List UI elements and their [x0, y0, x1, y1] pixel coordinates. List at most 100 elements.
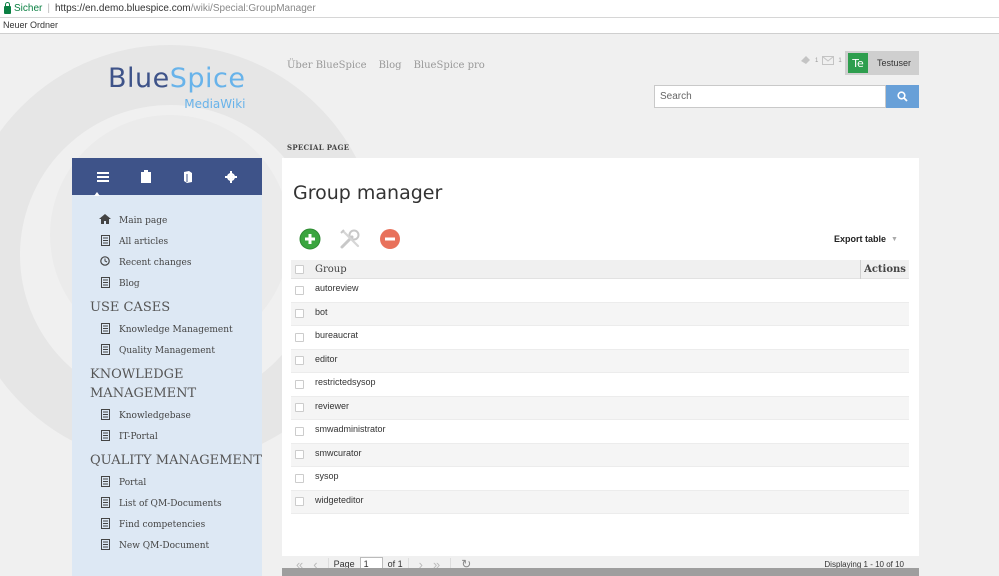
logo-text: BlueSpice	[108, 63, 246, 94]
document-icon	[98, 475, 112, 490]
group-name: restrictedsysop	[315, 377, 376, 388]
row-checkbox[interactable]	[295, 403, 304, 413]
search-button[interactable]	[886, 85, 919, 108]
sidebar-item-quality-management[interactable]: Quality Management	[72, 340, 262, 361]
group-name: smwcurator	[315, 447, 362, 458]
row-checkbox[interactable]	[295, 426, 304, 436]
document-icon	[98, 322, 112, 337]
secure-label: Sicher	[14, 3, 43, 14]
row-checkbox[interactable]	[295, 497, 304, 507]
sidebar-tabs	[72, 158, 262, 196]
group-name: smwadministrator	[315, 424, 386, 435]
table-row[interactable]: reviewer	[291, 396, 909, 420]
add-group-button[interactable]	[297, 226, 323, 252]
topnav-blog[interactable]: Blog	[379, 60, 402, 71]
table-row[interactable]: sysop	[291, 467, 909, 491]
document-icon	[98, 343, 112, 358]
table-row[interactable]: smwcurator	[291, 443, 909, 467]
address-divider: |	[47, 3, 50, 14]
secure-indicator[interactable]: Sicher	[4, 1, 43, 14]
username[interactable]: Testuser	[877, 58, 911, 68]
logo-subtitle: MediaWiki	[184, 97, 246, 111]
sidebar-heading-knowledge-management: KNOWLEDGE MANAGEMENT	[90, 367, 197, 401]
bookmark-folder[interactable]: Neuer Ordner	[3, 20, 58, 30]
row-checkbox[interactable]	[295, 332, 304, 342]
row-checkbox[interactable]	[295, 450, 304, 460]
notifications-icon[interactable]	[800, 52, 811, 70]
clipboard-icon[interactable]	[139, 170, 153, 184]
sidebar-item-find-competencies[interactable]: Find competencies	[72, 514, 262, 535]
table-row[interactable]: restrictedsysop	[291, 373, 909, 397]
export-table-label: Export table	[834, 234, 887, 244]
book-icon[interactable]	[181, 170, 195, 184]
sidebar-item-portal[interactable]: Portal	[72, 472, 262, 493]
document-icon	[98, 276, 112, 291]
mail-count: 1	[838, 58, 842, 64]
sidebar-item-blog[interactable]: Blog	[72, 273, 262, 294]
table-row[interactable]: smwadministrator	[291, 420, 909, 444]
select-all-checkbox[interactable]	[295, 264, 304, 274]
column-header-group[interactable]: Group	[315, 264, 347, 275]
sidebar-item-label: List of QM-Documents	[119, 498, 222, 509]
document-icon	[98, 408, 112, 423]
row-checkbox[interactable]	[295, 379, 304, 389]
bluespice-logo[interactable]: BlueSpice MediaWiki	[108, 63, 246, 111]
table-row[interactable]: bot	[291, 302, 909, 326]
sidebar-item-label: Knowledgebase	[119, 410, 191, 421]
url-path: /wiki/Special:GroupManager	[190, 3, 316, 14]
user-menu[interactable]: Te Testuser	[845, 51, 919, 75]
sidebar-item-label: New QM-Document	[119, 540, 210, 551]
group-name: bot	[315, 306, 328, 317]
row-checkbox[interactable]	[295, 473, 304, 483]
home-icon	[98, 214, 112, 227]
tools-icon	[340, 229, 360, 249]
active-tab-marker	[94, 192, 100, 196]
row-checkbox[interactable]	[295, 309, 304, 319]
chevron-down-icon: ▼	[891, 235, 898, 243]
group-name: reviewer	[315, 400, 350, 411]
table-row[interactable]: bureaucrat	[291, 326, 909, 350]
gear-icon[interactable]	[224, 170, 238, 184]
sidebar-item-all-articles[interactable]: All articles	[72, 231, 262, 252]
sidebar-item-list-of-qm-documents[interactable]: List of QM-Documents	[72, 493, 262, 514]
sidebar-item-label: Knowledge Management	[119, 324, 233, 335]
table-body: autoreview bot bureaucrat editor restric…	[291, 279, 909, 514]
row-checkbox[interactable]	[295, 285, 304, 295]
address-bar[interactable]: Sicher | https://en.demo.bluespice.com/w…	[0, 0, 999, 18]
sidebar-item-it-portal[interactable]: IT-Portal	[72, 426, 262, 447]
sidebar-item-label: Quality Management	[119, 345, 215, 356]
topnav-about[interactable]: Über BlueSpice	[287, 60, 367, 71]
row-checkbox[interactable]	[295, 356, 304, 366]
document-icon	[98, 517, 112, 532]
sidebar-item-knowledgebase[interactable]: Knowledgebase	[72, 405, 262, 426]
page-title: Group manager	[293, 182, 443, 204]
avatar[interactable]: Te	[848, 53, 868, 73]
special-page-label: SPECIAL PAGE	[287, 143, 350, 152]
topnav-pro[interactable]: BlueSpice pro	[414, 60, 485, 71]
search-input[interactable]: Search	[654, 85, 886, 108]
sidebar-item-label: All articles	[119, 236, 169, 247]
group-name: editor	[315, 353, 338, 364]
table-row[interactable]: widgeteditor	[291, 490, 909, 514]
menu-icon[interactable]	[96, 170, 110, 184]
sidebar-item-label: Recent changes	[119, 257, 192, 268]
minus-icon	[380, 229, 400, 249]
sidebar-item-label: Portal	[119, 477, 147, 488]
edit-group-button[interactable]	[337, 226, 363, 252]
document-icon	[98, 538, 112, 553]
sidebar-item-knowledge-management[interactable]: Knowledge Management	[72, 319, 262, 340]
export-table-menu[interactable]: Export table ▼	[834, 234, 898, 244]
sidebar-item-main-page[interactable]: Main page	[72, 210, 262, 231]
table-row[interactable]: autoreview	[291, 279, 909, 303]
document-icon	[98, 234, 112, 249]
sidebar-item-recent-changes[interactable]: Recent changes	[72, 252, 262, 273]
sidebar-heading-quality-management: QUALITY MANAGEMENT	[90, 453, 262, 468]
sidebar-item-new-qm-document[interactable]: New QM-Document	[72, 535, 262, 556]
bookmarks-bar: Neuer Ordner	[0, 18, 999, 34]
sidebar-nav: Main page All articles Recent changes Bl…	[72, 195, 262, 556]
group-name: widgeteditor	[315, 494, 364, 505]
table-row[interactable]: editor	[291, 349, 909, 373]
remove-group-button[interactable]	[377, 226, 403, 252]
mail-icon[interactable]	[822, 52, 835, 70]
sidebar-item-label: IT-Portal	[119, 431, 158, 442]
